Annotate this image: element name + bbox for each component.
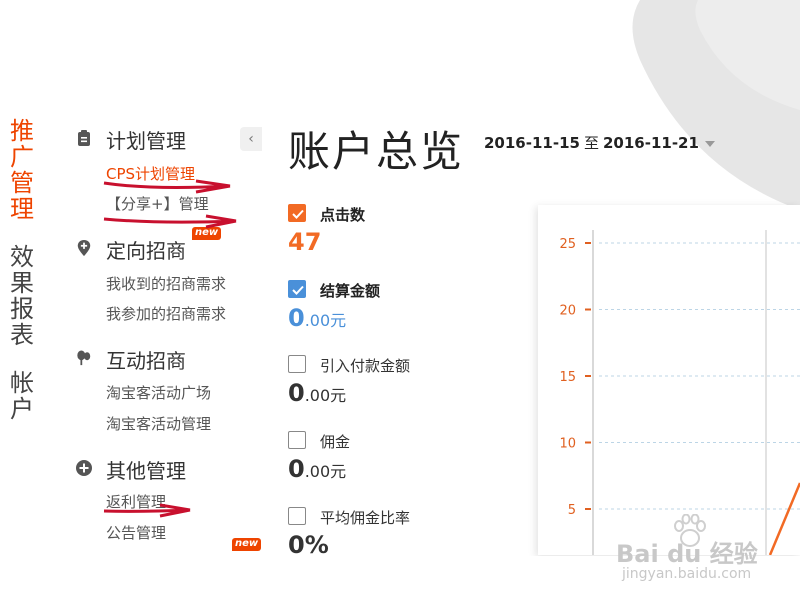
page-title: 账户总览 — [288, 127, 465, 176]
trend-chart: 25 20 15 10 5 — [559, 230, 800, 555]
date-range-picker[interactable]: 2016-11-15 至 2016-11-21 — [484, 132, 715, 153]
watermark-brand: Bai du 经验 — [616, 540, 758, 568]
chevron-left-icon: ‹ — [248, 131, 254, 147]
date-separator: 至 — [583, 134, 599, 152]
metric-label: 佣金 — [320, 433, 351, 451]
metric-label: 结算金额 — [320, 282, 381, 300]
date-end: 2016-11-21 — [602, 134, 699, 152]
collapse-sidebar-button[interactable]: ‹ — [240, 127, 262, 151]
metric-checkbox[interactable] — [288, 280, 306, 298]
checkmark-icon — [292, 209, 304, 219]
chevron-down-icon — [704, 140, 715, 147]
metric-label: 点击数 — [320, 206, 366, 224]
metric-value: 0% — [288, 531, 329, 559]
metric-checkbox[interactable] — [288, 204, 306, 222]
watermark-url: jingyan.baidu.com — [622, 566, 752, 582]
metric-value-main: 47 — [288, 228, 322, 256]
checkmark-icon — [292, 285, 304, 295]
metric-checkbox[interactable] — [288, 507, 306, 525]
metric-checkbox[interactable] — [288, 355, 306, 373]
metric-checkbox[interactable] — [288, 431, 306, 449]
metric-value-suffix: .00元 — [304, 386, 347, 405]
metric-value-suffix: .00元 — [304, 311, 347, 330]
metric-value-suffix: .00元 — [304, 462, 347, 481]
metric-label: 平均佣金比率 — [320, 509, 411, 527]
metric-value-main: 0 — [288, 455, 305, 483]
metric-value-main: 0 — [288, 379, 305, 407]
metric-value: 47 — [288, 228, 321, 256]
metric-value: 0.00元 — [288, 304, 346, 332]
date-start: 2016-11-15 — [484, 134, 580, 152]
y-tick-label: 20 — [559, 304, 576, 319]
metric-value-main: 0 — [288, 304, 305, 332]
y-tick-label: 15 — [559, 370, 576, 385]
y-tick-label: 5 — [568, 503, 576, 518]
metric-value: 0.00元 — [288, 379, 346, 407]
y-tick-label: 25 — [559, 237, 576, 252]
trend-chart-panel: 25 20 15 10 5 — [538, 205, 800, 555]
baidu-jingyan-watermark: Bai du 经验 jingyan.baidu.com — [612, 512, 782, 592]
y-tick-label: 10 — [559, 437, 576, 452]
metric-value: 0.00元 — [288, 455, 346, 483]
metric-value-main: 0% — [288, 531, 329, 559]
metric-label: 引入付款金额 — [320, 357, 411, 375]
